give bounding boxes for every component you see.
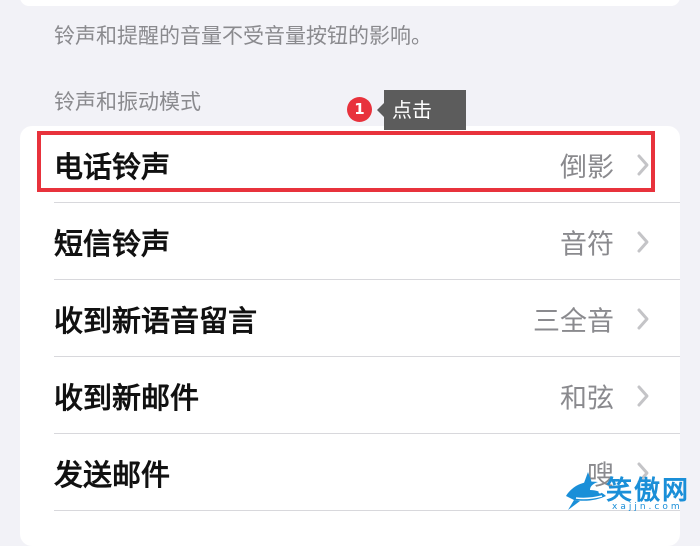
settings-row-new-mail[interactable]: 收到新邮件 和弦 (20, 357, 680, 434)
shark-logo-icon (566, 472, 606, 510)
row-value: 三全音 (533, 306, 614, 337)
row-value: 音符 (560, 229, 614, 260)
row-label: 短信铃声 (54, 226, 171, 261)
row-label: 收到新邮件 (54, 380, 200, 415)
row-label: 发送邮件 (54, 457, 171, 492)
step-number-badge: 1 (347, 97, 372, 122)
site-watermark: 笑傲网 xajjn.com (562, 468, 700, 515)
section-header-ringtones: 铃声和振动模式 (54, 90, 201, 114)
volume-footer-note: 铃声和提醒的音量不受音量按钮的影响。 (54, 24, 432, 48)
chevron-right-icon (637, 231, 649, 252)
chevron-right-icon (637, 308, 649, 329)
settings-row-phone-ringtone[interactable]: 电话铃声 倒影 (20, 126, 680, 203)
settings-row-text-tone[interactable]: 短信铃声 音符 (20, 203, 680, 280)
watermark-url: xajjn.com (612, 502, 683, 512)
chevron-right-icon (637, 385, 649, 406)
previous-settings-card (20, 0, 680, 6)
settings-row-new-voicemail[interactable]: 收到新语音留言 三全音 (20, 280, 680, 357)
row-value: 和弦 (560, 383, 614, 414)
click-instruction-tooltip: 点击 (377, 90, 466, 130)
row-value: 倒影 (560, 152, 614, 183)
row-label: 电话铃声 (54, 149, 171, 184)
row-label: 收到新语音留言 (54, 303, 258, 338)
chevron-right-icon (637, 154, 649, 175)
